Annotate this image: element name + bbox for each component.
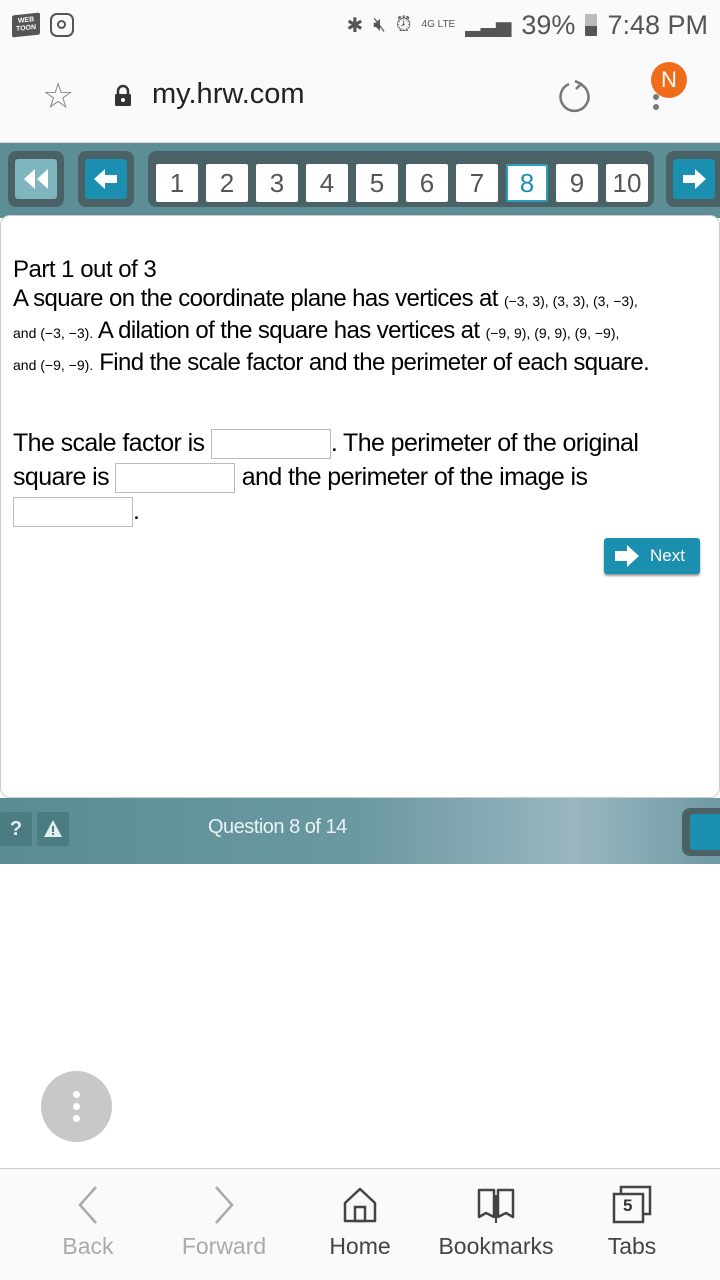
- prev-frame: [78, 151, 134, 207]
- page-tab-7[interactable]: 7: [456, 164, 498, 202]
- home-icon: [343, 1187, 377, 1223]
- tabs-label: Tabs: [607, 1233, 657, 1259]
- battery-percent: 39%: [521, 9, 576, 40]
- page-tab-2[interactable]: 2: [206, 164, 248, 202]
- question-text: A square on the coordinate plane has ver…: [13, 284, 713, 380]
- bluetooth-icon: ✱: [346, 14, 364, 37]
- part-title: Part 1 out of 3: [13, 256, 157, 283]
- dot-icon: [73, 1091, 80, 1098]
- answer-area: The scale factor is . The perimeter of t…: [13, 426, 713, 528]
- signal-icon: ▂▃▅: [465, 14, 512, 37]
- arrow-left-icon: [94, 169, 117, 189]
- dilated-vertices: (−9, 9), (9, 9), (9, −9),: [485, 325, 620, 341]
- previous-question-button[interactable]: [85, 159, 127, 199]
- instagram-icon: [50, 13, 74, 37]
- forward-button[interactable]: Forward: [154, 1181, 294, 1260]
- home-button[interactable]: Home: [290, 1181, 430, 1260]
- page-tab-5[interactable]: 5: [356, 164, 398, 202]
- next-button-label: Next: [650, 546, 685, 565]
- original-perimeter-input[interactable]: [115, 463, 236, 494]
- quiz-footer: ? Question 8 of 14: [0, 798, 720, 864]
- page-tab-10[interactable]: 10: [606, 164, 648, 202]
- reload-icon[interactable]: [556, 78, 594, 116]
- footer-next-button[interactable]: [682, 808, 720, 856]
- first-question-button[interactable]: [15, 159, 57, 199]
- scale-factor-input[interactable]: [210, 429, 331, 460]
- forward-label: Forward: [181, 1233, 267, 1259]
- page-tab-1[interactable]: 1: [156, 164, 198, 202]
- original-vertices-last: and (−3, −3).: [13, 325, 94, 341]
- mute-icon: 🔇︎: [373, 13, 386, 36]
- bookmarks-button[interactable]: Bookmarks: [426, 1181, 566, 1260]
- warning-icon: [44, 820, 62, 837]
- dilated-vertices-last: and (−9, −9).: [13, 357, 94, 373]
- answer-text-3: and the perimeter of the image is: [235, 463, 588, 491]
- question-text-1: A square on the coordinate plane has ver…: [13, 285, 504, 312]
- arrow-right-icon: [615, 545, 639, 567]
- question-card: Part 1 out of 3 A square on the coordina…: [0, 215, 720, 798]
- dot-icon: [73, 1103, 80, 1110]
- report-issue-button[interactable]: [37, 812, 69, 846]
- tabs-button[interactable]: 5 Tabs: [562, 1181, 702, 1260]
- floating-menu-button[interactable]: [41, 1071, 112, 1142]
- home-label: Home: [329, 1233, 391, 1259]
- arrow-right-icon: [683, 169, 706, 189]
- url-field[interactable]: my.hrw.com: [152, 78, 305, 111]
- webtoon-app-icon: WEB TOON: [12, 12, 40, 38]
- original-vertices: (−3, 3), (3, 3), (3, −3),: [503, 293, 638, 309]
- battery-icon: [585, 14, 598, 36]
- browser-bottom-nav: Back Forward Home Bookmarks 5 Tabs: [0, 1168, 720, 1280]
- clock: 7:48 PM: [607, 9, 708, 40]
- next-frame: [666, 151, 720, 207]
- tab-count: 5: [623, 1196, 633, 1215]
- rewind-icon: [24, 169, 48, 189]
- browser-address-bar: ☆ my.hrw.com N: [0, 50, 720, 143]
- avatar-badge[interactable]: N: [651, 62, 687, 98]
- dot-icon: [73, 1115, 80, 1122]
- next-button[interactable]: Next: [604, 538, 700, 574]
- page-tabs-frame: 1 2 3 4 5 6 7 8 9 10: [148, 151, 654, 207]
- question-counter: Question 8 of 14: [208, 816, 347, 838]
- chevron-right-icon: [215, 1186, 234, 1224]
- back-button[interactable]: Back: [18, 1181, 158, 1260]
- next-question-button[interactable]: [673, 159, 715, 199]
- page-tab-6[interactable]: 6: [406, 164, 448, 202]
- question-text-2: A dilation of the square has vertices at: [93, 317, 486, 344]
- page-tab-9[interactable]: 9: [556, 164, 598, 202]
- back-label: Back: [62, 1233, 114, 1259]
- answer-text-4: .: [133, 497, 140, 525]
- page-tab-4[interactable]: 4: [306, 164, 348, 202]
- chevron-left-icon: [78, 1186, 97, 1224]
- network-type-icon: 4G LTE: [421, 19, 456, 30]
- help-button[interactable]: ?: [0, 812, 32, 846]
- bookmarks-icon: [477, 1188, 515, 1223]
- status-bar: WEB TOON ✱ 🔇︎ ⏰︎ 4G LTE ▂▃▅ 39% 7:48 PM: [0, 0, 720, 50]
- question-nav-bar: 1 2 3 4 5 6 7 8 9 10: [0, 143, 720, 218]
- page-tab-8[interactable]: 8: [506, 164, 548, 202]
- question-text-3: Find the scale factor and the perimeter …: [93, 349, 650, 376]
- image-perimeter-input[interactable]: [13, 497, 133, 528]
- lock-icon: [115, 84, 131, 106]
- first-frame: [8, 151, 64, 207]
- bookmark-star-icon[interactable]: ☆: [42, 78, 74, 114]
- alarm-icon: ⏰︎: [395, 13, 412, 36]
- page-tab-3[interactable]: 3: [256, 164, 298, 202]
- answer-text-1: The scale factor is: [13, 429, 211, 457]
- bookmarks-label: Bookmarks: [438, 1233, 554, 1259]
